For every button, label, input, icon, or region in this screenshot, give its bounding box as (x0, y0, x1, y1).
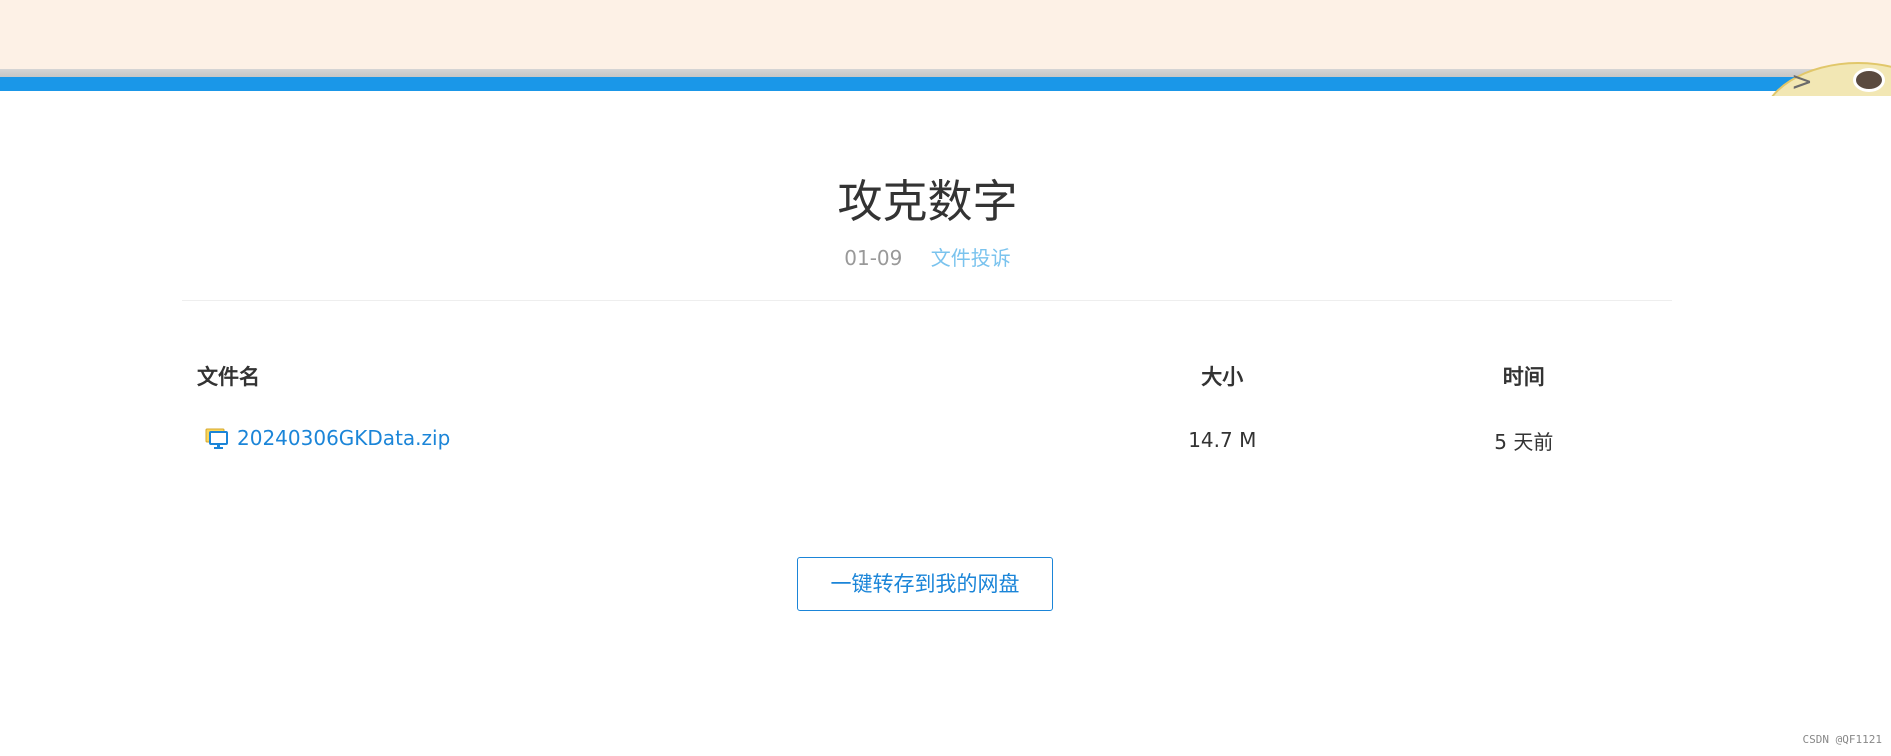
table-header-row: 文件名 大小 时间 (182, 350, 1672, 402)
share-meta: 01-09 文件投诉 (0, 244, 1855, 272)
share-date: 01-09 (844, 246, 903, 270)
save-to-drive-button[interactable]: 一键转存到我的网盘 (797, 557, 1053, 611)
report-file-link[interactable]: 文件投诉 (931, 246, 1011, 270)
column-header-filename: 文件名 (197, 365, 260, 389)
blue-header-strip (0, 77, 1891, 91)
table-row: 20240306GKData.zip 14.7 M 5 天前 (182, 402, 1672, 478)
page-title: 攻克数字 (837, 175, 1018, 228)
monitor-file-icon (205, 426, 229, 450)
file-table: 文件名 大小 时间 20240306GKData.zip 14.7 M 5 天前 (182, 350, 1672, 478)
file-name-label: 20240306GKData.zip (237, 425, 451, 450)
watermark: CSDN @QF1121 (1802, 733, 1882, 746)
file-time-cell: 5 天前 (1494, 429, 1554, 454)
mascot-face-icon: > (1761, 62, 1891, 96)
file-name-cell: 20240306GKData.zip (182, 402, 1069, 478)
header-shadow-strip (0, 69, 1891, 77)
top-notice-bar (0, 0, 1891, 70)
column-header-size: 大小 (1201, 365, 1244, 389)
column-header-time: 时间 (1502, 365, 1545, 389)
file-size-cell: 14.7 M (1188, 428, 1257, 452)
divider (182, 300, 1672, 301)
file-link[interactable]: 20240306GKData.zip (197, 426, 450, 450)
